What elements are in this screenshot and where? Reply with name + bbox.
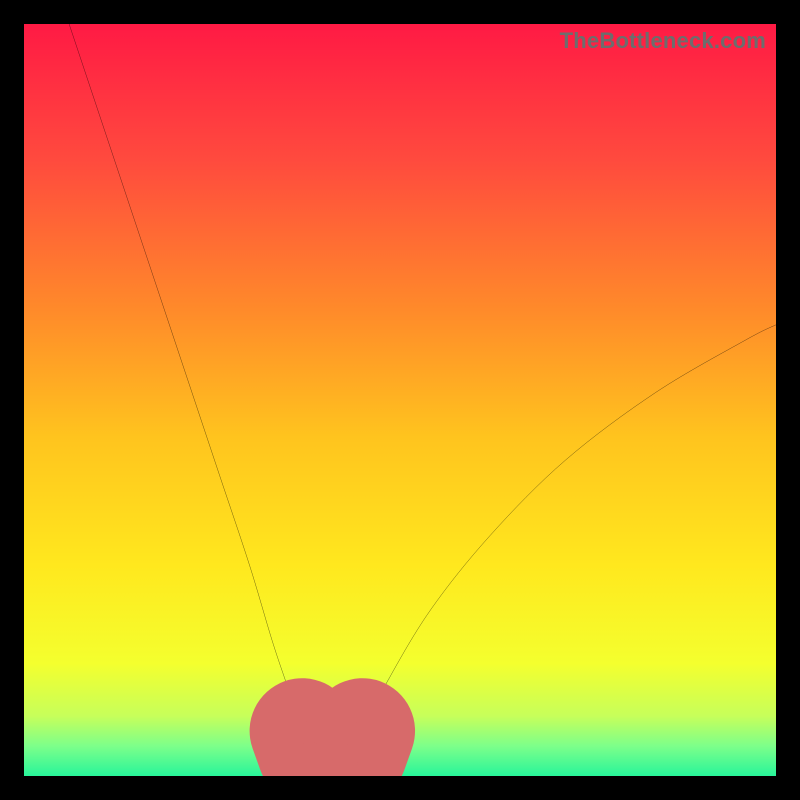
chart-frame: TheBottleneck.com — [0, 0, 800, 800]
watermark-label: TheBottleneck.com — [560, 28, 766, 54]
bottleneck-curve — [69, 24, 776, 769]
chart-svg — [24, 24, 776, 776]
plot-area: TheBottleneck.com — [24, 24, 776, 776]
